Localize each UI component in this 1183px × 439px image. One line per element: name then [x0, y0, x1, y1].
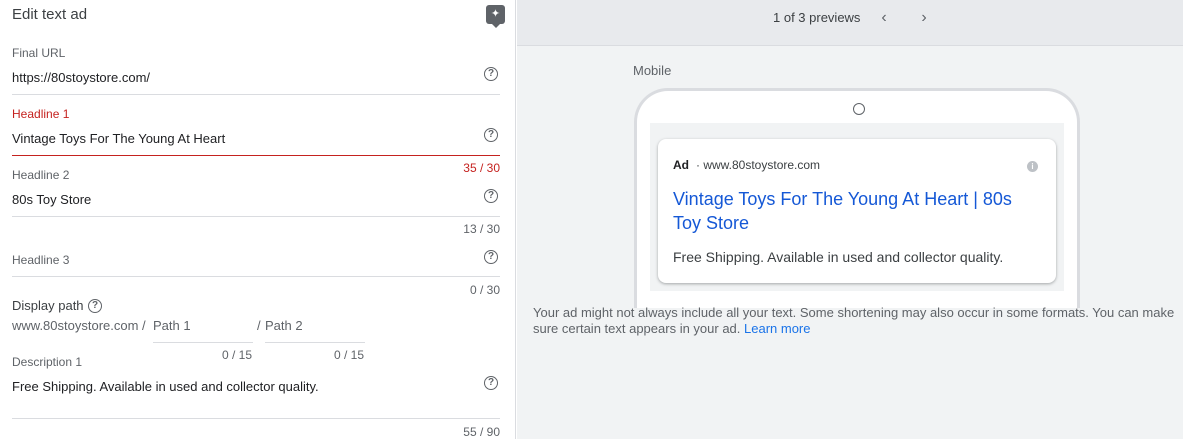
- path1-input[interactable]: Path 1: [153, 318, 191, 333]
- description1-input[interactable]: Free Shipping. Available in used and col…: [12, 379, 319, 394]
- path2-input[interactable]: Path 2: [265, 318, 303, 333]
- headline2-char-count: 13 / 30: [463, 222, 500, 236]
- help-icon[interactable]: ?: [88, 299, 102, 313]
- ad-headline[interactable]: Vintage Toys For The Young At Heart | 80…: [673, 187, 1043, 235]
- chevron-right-icon[interactable]: ›: [914, 8, 934, 28]
- display-path-base: www.80stoystore.com /: [12, 318, 146, 333]
- description1-underline: [12, 418, 500, 419]
- preview-panel: 1 of 3 previews ‹ › Mobile Ad · www.80st…: [517, 0, 1183, 439]
- ad-preview-card: Ad · www.80stoystore.com i Vintage Toys …: [658, 139, 1056, 283]
- path1-underline: [153, 342, 253, 343]
- headline2-field[interactable]: Headline 2 80s Toy Store ? 13 / 30: [12, 168, 500, 238]
- final-url-underline: [12, 94, 500, 95]
- panel-title: Edit text ad: [12, 6, 88, 23]
- shortening-note: Your ad might not always include all you…: [533, 305, 1181, 337]
- help-icon[interactable]: ?: [484, 128, 498, 142]
- headline1-input[interactable]: Vintage Toys For The Young At Heart: [12, 131, 225, 146]
- headline2-underline: [12, 216, 500, 217]
- description1-label: Description 1: [12, 355, 83, 369]
- camera-icon: [853, 103, 865, 115]
- path2-underline: [265, 342, 365, 343]
- headline3-underline: [12, 276, 500, 277]
- help-icon[interactable]: ?: [484, 189, 498, 203]
- headline1-underline: [12, 155, 500, 156]
- edit-ad-panel: Edit text ad ✦ Final URL https://80stoys…: [0, 0, 516, 439]
- final-url-input[interactable]: https://80stoystore.com/: [12, 70, 150, 85]
- phone-screen: Ad · www.80stoystore.com i Vintage Toys …: [650, 123, 1064, 291]
- ad-badge: Ad: [673, 158, 689, 172]
- headline3-input[interactable]: Headline 3: [12, 253, 69, 267]
- display-path-label: Display path: [12, 298, 84, 313]
- chevron-left-icon[interactable]: ‹: [874, 8, 894, 28]
- help-icon[interactable]: ?: [484, 376, 498, 390]
- device-label: Mobile: [633, 63, 672, 78]
- headline2-label: Headline 2: [12, 168, 70, 182]
- description1-char-count: 55 / 90: [463, 425, 500, 439]
- learn-more-link[interactable]: Learn more: [744, 321, 810, 336]
- preview-toolbar: 1 of 3 previews ‹ ›: [517, 0, 1183, 46]
- preview-counter: 1 of 3 previews: [773, 10, 861, 25]
- description1-field[interactable]: Description 1 Free Shipping. Available i…: [12, 355, 500, 439]
- sparkle-icon[interactable]: ✦: [486, 5, 505, 28]
- help-icon[interactable]: ?: [484, 250, 498, 264]
- final-url-label: Final URL: [12, 46, 66, 60]
- headline1-field[interactable]: Headline 1 Vintage Toys For The Young At…: [12, 107, 500, 177]
- help-icon[interactable]: ?: [484, 67, 498, 81]
- ad-description: Free Shipping. Available in used and col…: [673, 249, 1004, 265]
- info-icon[interactable]: i: [1027, 161, 1038, 172]
- phone-frame: Ad · www.80stoystore.com i Vintage Toys …: [634, 88, 1080, 308]
- headline1-label: Headline 1: [12, 107, 70, 121]
- headline2-input[interactable]: 80s Toy Store: [12, 192, 91, 207]
- final-url-field[interactable]: Final URL https://80stoystore.com/ ?: [12, 46, 500, 96]
- headline3-char-count: 0 / 30: [469, 283, 500, 297]
- headline3-field[interactable]: Headline 3 ? 0 / 30: [12, 250, 500, 298]
- ad-display-url: · www.80stoystore.com: [696, 158, 821, 172]
- path-separator: /: [257, 318, 261, 333]
- note-text: Your ad might not always include all you…: [533, 305, 1175, 336]
